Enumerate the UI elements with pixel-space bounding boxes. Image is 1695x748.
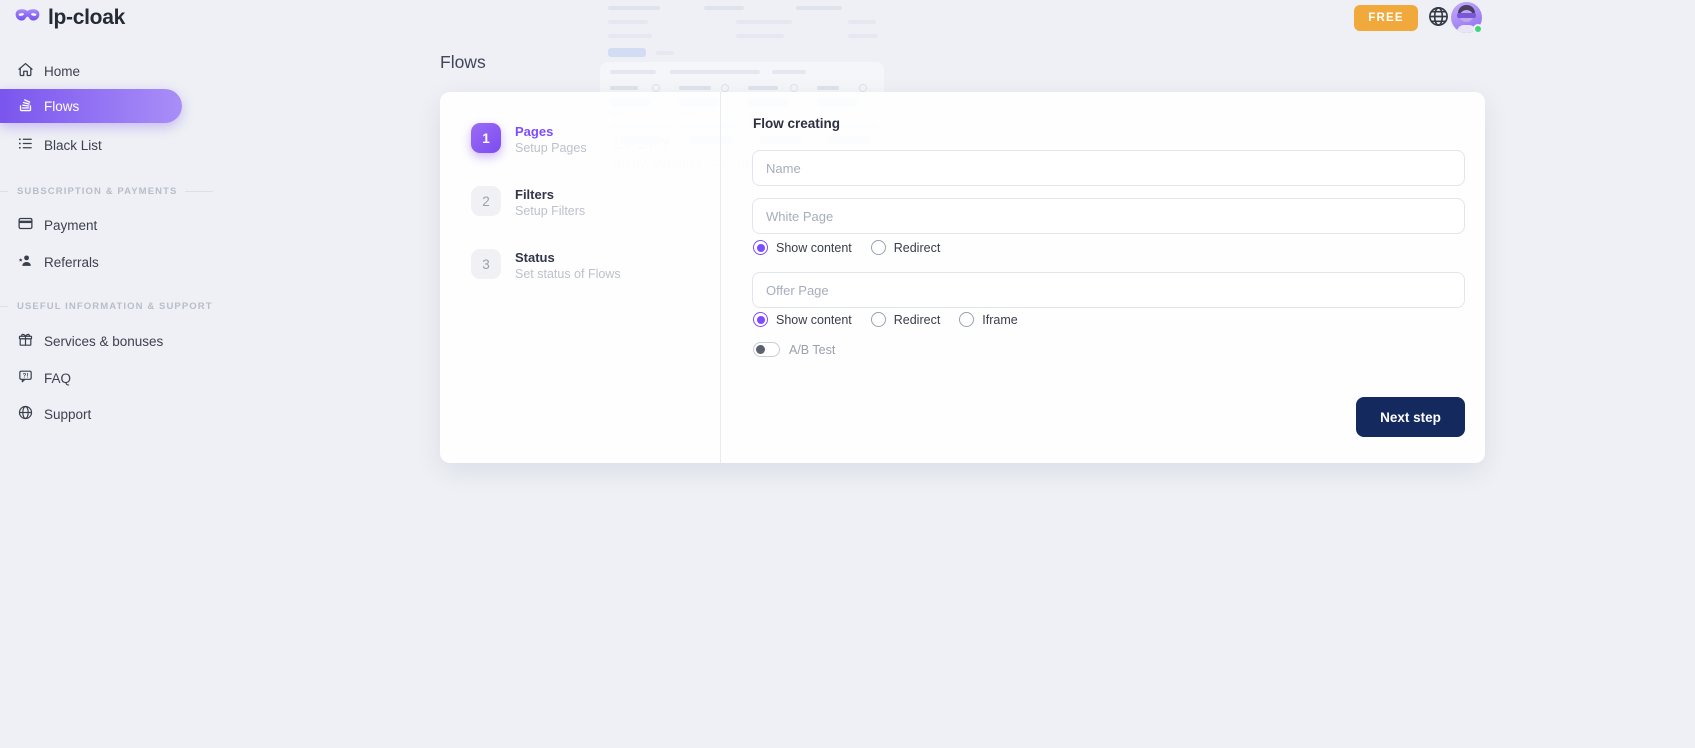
sidebar-item-label: Services & bonuses — [44, 334, 163, 349]
offer-page-mode-options: Show content Redirect Iframe — [753, 312, 1018, 327]
referral-person-icon — [17, 252, 34, 272]
home-icon — [17, 61, 34, 81]
faq-bubble-icon: ?! — [17, 368, 34, 388]
form-title: Flow creating — [753, 116, 840, 131]
plan-badge[interactable]: FREE — [1354, 5, 1418, 31]
radio-circle — [871, 312, 886, 327]
step-subtitle: Setup Pages — [515, 141, 587, 155]
sidebar-section-header: SUBSCRIPTION & PAYMENTS — [17, 186, 213, 197]
flow-creating-modal: 1 Pages Setup Pages 2 Filters Setup Filt… — [440, 92, 1485, 463]
offer-page-input[interactable] — [752, 272, 1465, 308]
sidebar-item-label: Support — [44, 407, 91, 422]
step-status[interactable]: 3 Status Set status of Flows — [471, 249, 706, 281]
radio-label: Redirect — [894, 241, 941, 255]
sidebar-item-flows[interactable]: Flows — [0, 89, 182, 123]
sidebar-item-faq[interactable]: ?! FAQ — [0, 363, 71, 393]
sidebar-item-label: Black List — [44, 138, 102, 153]
radio-circle — [959, 312, 974, 327]
step-title: Status — [515, 250, 621, 265]
radio-label: Redirect — [894, 313, 941, 327]
flows-icon — [17, 96, 34, 116]
step-filters[interactable]: 2 Filters Setup Filters — [471, 186, 706, 218]
radio-offer-iframe[interactable]: Iframe — [959, 312, 1017, 327]
radio-label: Show content — [776, 313, 852, 327]
card-divider — [720, 92, 721, 463]
sidebar-item-home[interactable]: Home — [0, 56, 80, 86]
radio-circle — [753, 312, 768, 327]
sidebar-item-payment[interactable]: Payment — [0, 210, 97, 240]
step-title: Pages — [515, 124, 587, 139]
brand-logo[interactable]: lp-cloak — [14, 6, 125, 30]
gift-icon — [17, 331, 34, 351]
ab-test-toggle-row[interactable]: A/B Test — [753, 342, 835, 357]
white-page-input[interactable] — [752, 198, 1465, 234]
radio-label: Iframe — [982, 313, 1017, 327]
mask-icon — [14, 7, 41, 30]
support-globe-icon — [17, 404, 34, 424]
step-subtitle: Setup Filters — [515, 204, 585, 218]
sidebar-item-label: Referrals — [44, 255, 99, 270]
radio-offer-show-content[interactable]: Show content — [753, 312, 852, 327]
radio-circle — [871, 240, 886, 255]
sidebar-section-header: USEFUL INFORMATION & SUPPORT — [17, 301, 213, 312]
ghost-details-block — [600, 2, 884, 60]
flow-name-input[interactable] — [752, 150, 1465, 186]
brand-name: lp-cloak — [48, 6, 125, 30]
radio-white-redirect[interactable]: Redirect — [871, 240, 941, 255]
sidebar-item-services[interactable]: Services & bonuses — [0, 326, 163, 356]
page-title: Flows — [440, 52, 486, 73]
sidebar-item-black-list[interactable]: Black List — [0, 130, 102, 160]
step-pages[interactable]: 1 Pages Setup Pages — [471, 123, 706, 155]
online-status-dot — [1473, 24, 1483, 34]
stepper: 1 Pages Setup Pages 2 Filters Setup Filt… — [471, 123, 706, 312]
credit-card-icon — [17, 215, 34, 235]
user-avatar[interactable] — [1451, 2, 1482, 33]
ab-test-label: A/B Test — [789, 343, 835, 357]
step-subtitle: Set status of Flows — [515, 267, 621, 281]
next-step-button[interactable]: Next step — [1356, 397, 1465, 437]
sidebar-item-support[interactable]: Support — [0, 399, 91, 429]
white-page-mode-options: Show content Redirect — [753, 240, 940, 255]
flow-creating-form: Flow creating Show content Redirect Show… — [752, 92, 1467, 463]
step-title: Filters — [515, 187, 585, 202]
step-number-badge: 3 — [471, 249, 501, 279]
switch-knob — [756, 345, 765, 354]
sidebar-item-label: Flows — [44, 99, 79, 114]
list-icon — [17, 135, 34, 155]
radio-label: Show content — [776, 241, 852, 255]
radio-offer-redirect[interactable]: Redirect — [871, 312, 941, 327]
step-number-badge: 2 — [471, 186, 501, 216]
sidebar-item-label: Payment — [44, 218, 97, 233]
sidebar-item-label: Home — [44, 64, 80, 79]
sidebar-item-label: FAQ — [44, 371, 71, 386]
step-number-badge: 1 — [471, 123, 501, 153]
ab-test-switch[interactable] — [753, 342, 780, 357]
radio-white-show-content[interactable]: Show content — [753, 240, 852, 255]
sidebar: lp-cloak Home Flows Black List SUBS — [0, 0, 190, 748]
language-globe-icon[interactable] — [1426, 5, 1450, 29]
svg-text:?!: ?! — [23, 373, 29, 379]
sidebar-item-referrals[interactable]: Referrals — [0, 247, 99, 277]
radio-circle — [753, 240, 768, 255]
